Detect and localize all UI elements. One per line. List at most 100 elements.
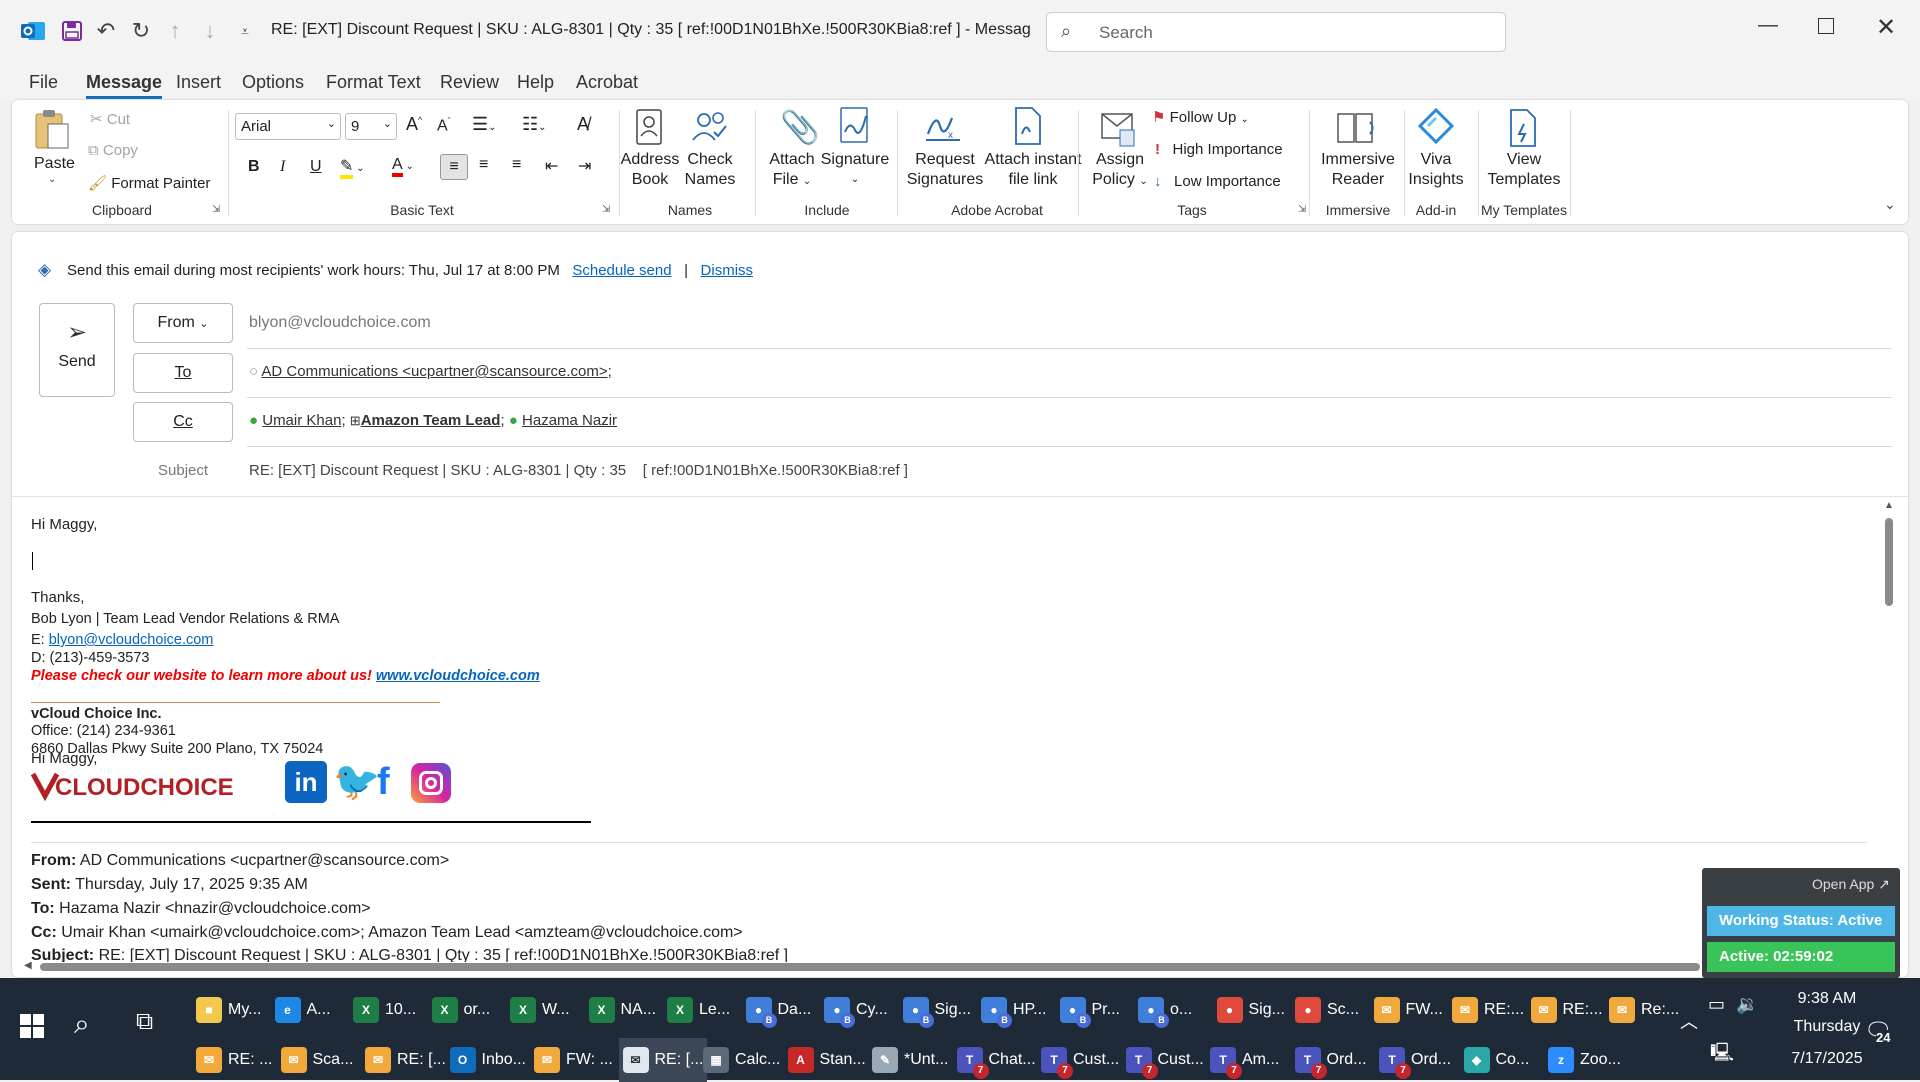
undo-icon[interactable]: ↶ bbox=[89, 14, 123, 48]
subject-field[interactable]: RE: [EXT] Discount Request | SKU : ALG-8… bbox=[249, 462, 908, 479]
customize-toolbar-icon[interactable]: ⩡ bbox=[228, 14, 262, 48]
request-signatures-button[interactable]: Request Signatures bbox=[905, 150, 985, 190]
italic-button[interactable]: I bbox=[280, 158, 285, 176]
cc-recipient[interactable]: Umair Khan bbox=[262, 412, 341, 429]
horizontal-scrollbar-thumb[interactable] bbox=[40, 963, 1700, 971]
font-color-icon[interactable]: A ⌄ bbox=[392, 156, 414, 177]
search-box[interactable]: ⌕ Search bbox=[1046, 12, 1506, 52]
scroll-up-icon[interactable]: ▲ bbox=[1884, 500, 1894, 511]
collapse-ribbon-icon[interactable]: ⌄ bbox=[1884, 196, 1896, 213]
taskbar-button[interactable]: ● Bo... bbox=[1138, 988, 1192, 1032]
taskbar-button[interactable]: A Stan... bbox=[787, 1038, 866, 1082]
signature-website-link[interactable]: www.vcloudchoice.com bbox=[376, 668, 540, 684]
taskbar-button[interactable]: ✉ FW: ... bbox=[534, 1038, 613, 1082]
align-center-icon[interactable]: ≡ bbox=[479, 156, 488, 174]
show-hidden-icons-icon[interactable]: ︿ bbox=[1680, 1008, 1698, 1034]
taskbar-button[interactable]: Xor... bbox=[431, 988, 490, 1032]
grow-font-icon[interactable]: A^ bbox=[406, 114, 422, 135]
taskbar-button[interactable]: T 7 Chat... bbox=[956, 1038, 1036, 1082]
paste-chevron-icon[interactable]: ⌄ bbox=[48, 174, 56, 185]
schedule-send-link[interactable]: Schedule send bbox=[572, 262, 671, 279]
taskbar-button[interactable]: ✉ FW... bbox=[1373, 988, 1443, 1032]
request-signatures-icon[interactable]: x bbox=[922, 106, 964, 150]
attach-file-button[interactable]: Attach File ⌄ bbox=[762, 150, 822, 192]
search-icon[interactable]: ⌕ bbox=[74, 1008, 90, 1041]
align-right-icon[interactable]: ≡ bbox=[512, 156, 521, 174]
cc-button[interactable]: Cc bbox=[133, 402, 233, 442]
address-book-icon[interactable] bbox=[634, 108, 664, 152]
tab-options[interactable]: Options bbox=[242, 72, 304, 93]
taskbar-button[interactable]: T 7 Ord... bbox=[1379, 1038, 1451, 1082]
taskbar-button[interactable]: ✉ RE: ... bbox=[196, 1038, 272, 1082]
to-field[interactable]: ○ AD Communications <ucpartner@scansourc… bbox=[249, 363, 612, 380]
taskbar-button[interactable]: ● B Pr... bbox=[1059, 988, 1120, 1032]
twitter-icon[interactable]: 🐦 bbox=[333, 761, 380, 803]
bold-button[interactable]: B bbox=[248, 158, 260, 176]
send-button[interactable]: ➢ Send bbox=[39, 303, 115, 397]
taskbar-button[interactable]: e A... bbox=[274, 988, 331, 1032]
save-icon[interactable] bbox=[55, 14, 89, 48]
task-view-icon[interactable]: ⧉ bbox=[136, 1008, 153, 1036]
taskbar-button[interactable]: ✎ *Unt... bbox=[872, 1038, 948, 1082]
signature-icon[interactable] bbox=[838, 106, 874, 150]
tab-acrobat[interactable]: Acrobat bbox=[576, 72, 638, 93]
taskbar-button[interactable]: ● Sc... bbox=[1295, 988, 1359, 1032]
taskbar-button[interactable]: ✉ RE: [... bbox=[618, 1038, 708, 1082]
taskbar-button[interactable]: T 7 Ord... bbox=[1294, 1038, 1367, 1082]
cc-field[interactable]: ● Umair Khan; ⊞Amazon Team Lead; ● Hazam… bbox=[249, 412, 617, 429]
taskbar-button[interactable]: ◆ Co... bbox=[1463, 1038, 1529, 1082]
basic-text-launcher-icon[interactable]: ⇲ bbox=[602, 204, 610, 215]
increase-indent-icon[interactable]: ⇥ bbox=[578, 156, 591, 176]
check-names-button[interactable]: Check Names bbox=[680, 150, 740, 190]
network-icon[interactable]: 🖳 bbox=[1710, 1040, 1734, 1070]
format-painter-button[interactable]: 🖌 Format Painter bbox=[88, 174, 210, 192]
taskbar-button[interactable]: ■ My... bbox=[196, 988, 261, 1032]
tab-message[interactable]: Message bbox=[86, 72, 163, 99]
taskbar-button[interactable]: ▦ Calc... bbox=[703, 1038, 780, 1082]
volume-icon[interactable]: 🔉 bbox=[1736, 994, 1758, 1015]
check-names-icon[interactable] bbox=[690, 108, 730, 152]
assign-policy-icon[interactable] bbox=[1100, 108, 1136, 152]
group-expand-icon[interactable]: ⊞ bbox=[350, 413, 361, 428]
cc-recipient[interactable]: Hazama Nazir bbox=[522, 412, 617, 429]
facebook-icon[interactable]: f bbox=[377, 761, 390, 803]
taskbar-button[interactable]: ✉ Re:... bbox=[1609, 988, 1679, 1032]
underline-button[interactable]: U bbox=[310, 158, 322, 176]
minimize-button[interactable]: — bbox=[1758, 14, 1778, 37]
paste-button[interactable]: Paste bbox=[34, 154, 75, 174]
tab-insert[interactable]: Insert bbox=[176, 72, 221, 93]
align-left-icon[interactable]: ≡ bbox=[440, 154, 468, 180]
font-name-select[interactable]: Arial ⌄ bbox=[235, 113, 341, 140]
address-book-button[interactable]: Address Book bbox=[620, 150, 680, 190]
viva-insights-icon[interactable] bbox=[1416, 106, 1456, 150]
taskbar-button[interactable]: ✉ RE:... bbox=[1530, 988, 1603, 1032]
linkedin-icon[interactable]: in bbox=[285, 761, 327, 803]
clock-time[interactable]: 9:38 AM bbox=[1782, 990, 1872, 1008]
instagram-icon[interactable] bbox=[411, 763, 451, 803]
taskbar-button[interactable]: T 7 Cust... bbox=[1125, 1038, 1204, 1082]
taskbar-button[interactable]: ✉ RE:... bbox=[1452, 988, 1524, 1032]
open-app-link[interactable]: Open App ↗ bbox=[1812, 876, 1890, 893]
taskbar-button[interactable]: X Le... bbox=[667, 988, 730, 1032]
taskbar-button[interactable]: ● B Cy... bbox=[824, 988, 888, 1032]
windows-start-icon[interactable] bbox=[20, 1014, 44, 1038]
clear-formatting-icon[interactable]: A̸ bbox=[577, 114, 589, 135]
taskbar-button[interactable]: ● B Da... bbox=[745, 988, 811, 1032]
redo-icon[interactable]: ↻ bbox=[124, 14, 158, 48]
immersive-reader-button[interactable]: Immersive Reader bbox=[1318, 150, 1398, 190]
taskbar-button[interactable]: O Inbo... bbox=[449, 1038, 526, 1082]
clock-day[interactable]: Thursday bbox=[1782, 1018, 1872, 1036]
vertical-scrollbar-thumb[interactable] bbox=[1885, 518, 1893, 606]
taskbar-button[interactable]: ● Sig... bbox=[1216, 988, 1285, 1032]
taskbar-button[interactable]: T 7 Cust... bbox=[1041, 1038, 1119, 1082]
attach-instant-link-button[interactable]: Attach instant file link bbox=[978, 150, 1088, 190]
view-templates-icon[interactable] bbox=[1508, 108, 1538, 152]
maximize-button[interactable] bbox=[1818, 18, 1834, 34]
taskbar-button[interactable]: ● B HP... bbox=[981, 988, 1047, 1032]
next-item-icon[interactable]: ↓ bbox=[193, 14, 227, 48]
to-button[interactable]: To bbox=[133, 353, 233, 393]
numbering-icon[interactable]: ☷⌄ bbox=[522, 114, 547, 135]
from-button[interactable]: From ⌄ bbox=[133, 303, 233, 343]
font-size-select[interactable]: 9 ⌄ bbox=[345, 113, 397, 140]
tab-review[interactable]: Review bbox=[440, 72, 499, 93]
